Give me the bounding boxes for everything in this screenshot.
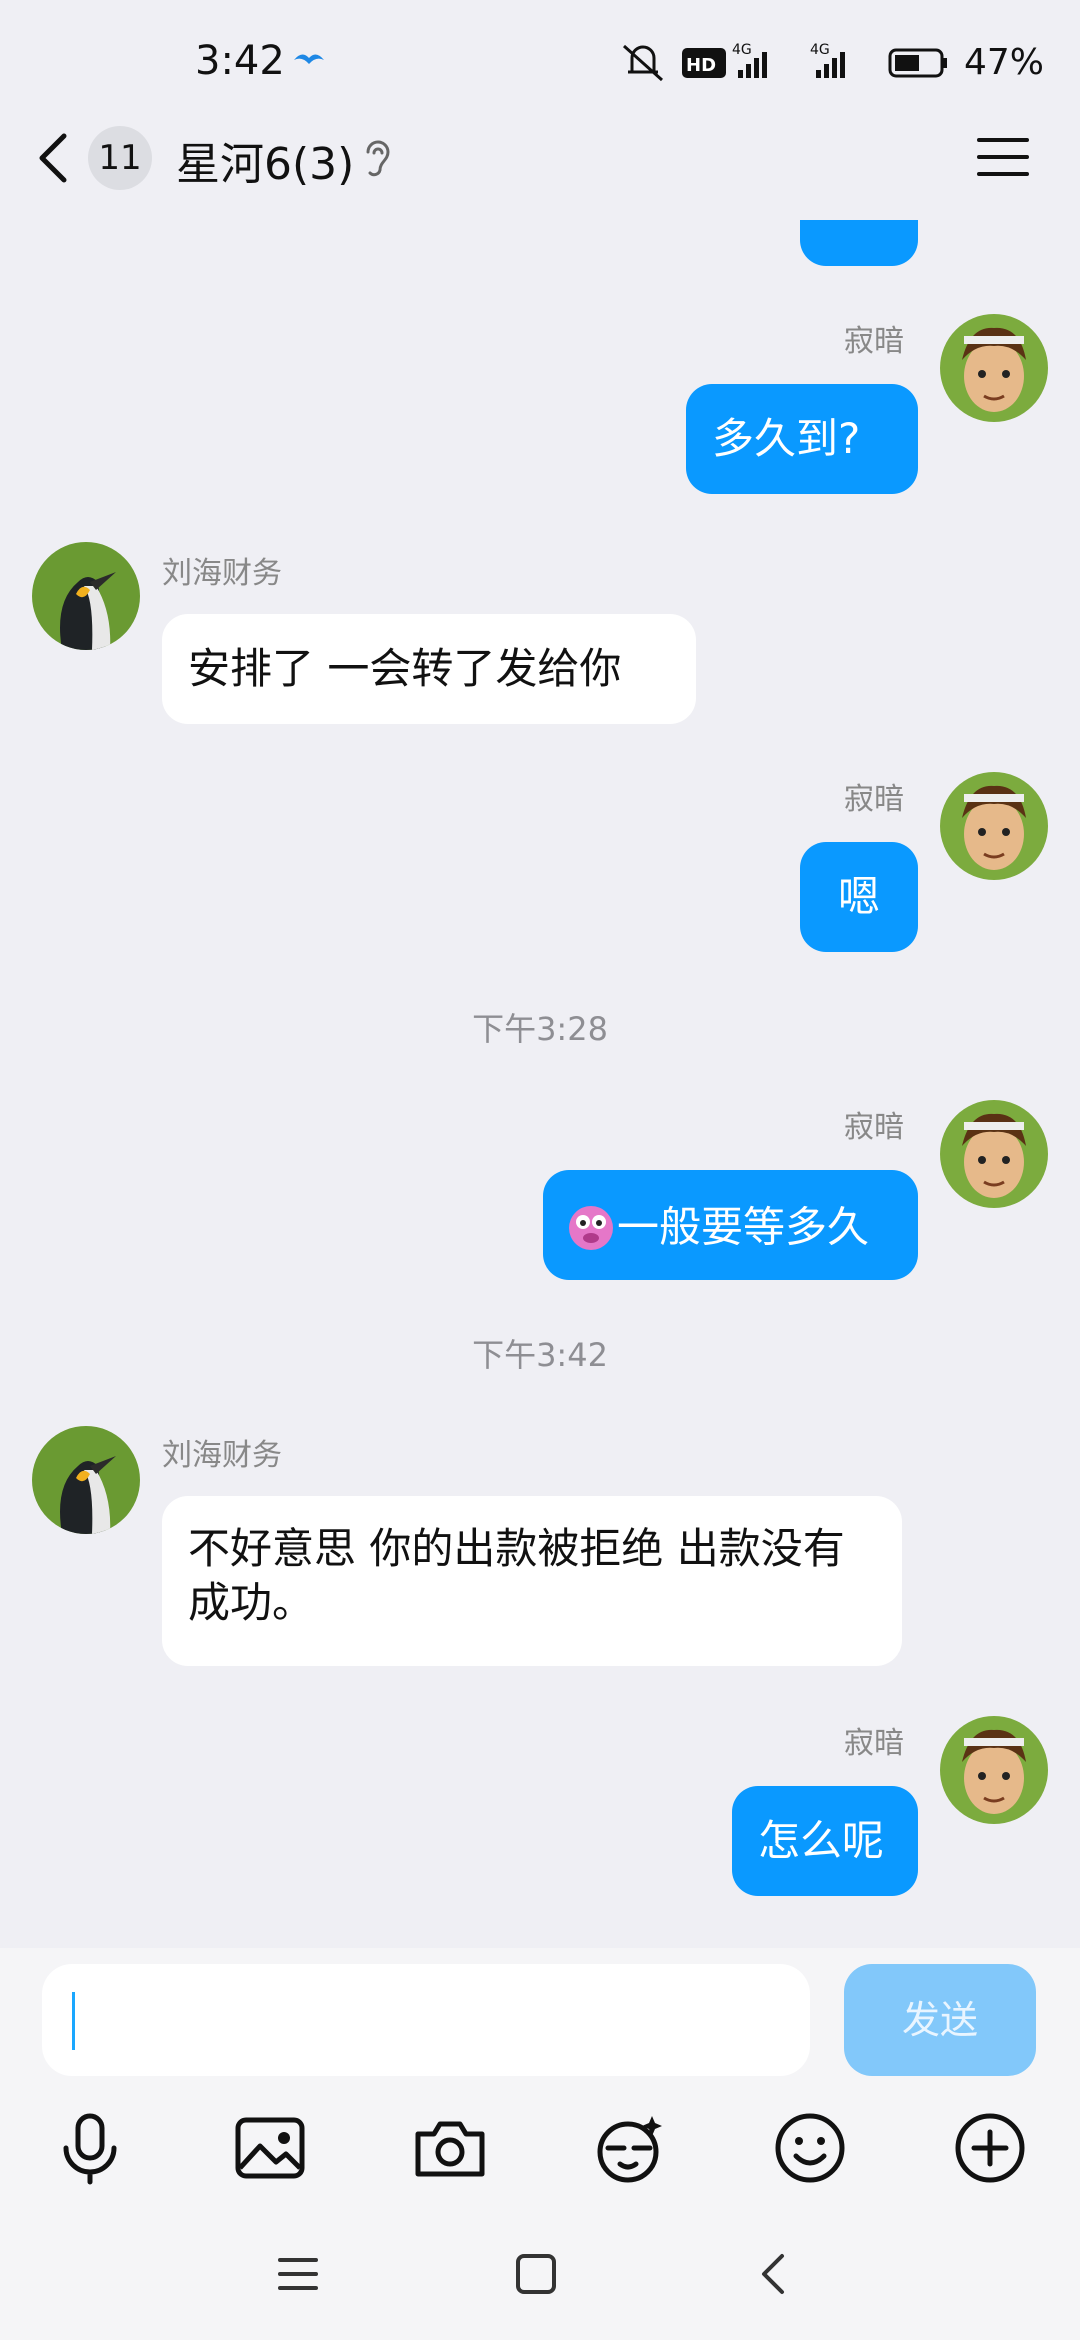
sender-name: 刘海财务 [162, 556, 282, 591]
message-timestamp: 下午3:42 [472, 1336, 608, 1374]
microphone-icon[interactable] [50, 2108, 130, 2188]
camera-icon[interactable] [410, 2108, 490, 2188]
message-bubble-outgoing[interactable]: 怎么呢 [732, 1786, 918, 1896]
plus-icon[interactable] [950, 2108, 1030, 2188]
nav-home-icon[interactable] [506, 2244, 566, 2304]
battery-icon [888, 48, 947, 78]
message-input[interactable] [42, 1964, 810, 2076]
avatar-me[interactable] [940, 1716, 1048, 1824]
message-bubble-outgoing[interactable] [800, 220, 918, 266]
message-bubble-incoming[interactable]: 不好意思 你的出款被拒绝 出款没有成功。 [162, 1496, 902, 1666]
chat-header [0, 125, 1080, 275]
menu-icon[interactable] [975, 132, 1031, 182]
unread-badge[interactable]: 11 [88, 126, 152, 190]
back-icon[interactable] [30, 128, 80, 188]
sender-name: 寂暗 [844, 782, 904, 817]
message-bubble-outgoing[interactable]: 多久到? [686, 384, 918, 494]
send-button[interactable]: 发送 [844, 1964, 1036, 2076]
message-bubble-outgoing[interactable]: 嗯 [800, 842, 918, 952]
svg-text:4G: 4G [810, 42, 830, 58]
text-caret [72, 1992, 75, 2050]
message-bubble-incoming[interactable]: 安排了 一会转了发给你 [162, 614, 696, 724]
message-bubble-outgoing[interactable]: 一般要等多久 [543, 1170, 918, 1280]
status-icons: HD 4G 4G [622, 42, 947, 82]
ai-face-icon[interactable] [590, 2108, 670, 2188]
avatar-me[interactable] [940, 772, 1048, 880]
nav-menu-icon[interactable] [268, 2244, 328, 2304]
sender-name: 寂暗 [844, 324, 904, 359]
sender-name: 寂暗 [844, 1110, 904, 1145]
emoji-icon[interactable] [770, 2108, 850, 2188]
sticker-face-icon [569, 1205, 613, 1250]
sender-name: 寂暗 [844, 1726, 904, 1761]
message-text: 一般要等多久 [617, 1202, 870, 1252]
app-notification-icon [294, 54, 324, 64]
message-timestamp: 下午3:28 [472, 1010, 608, 1048]
sender-name: 刘海财务 [162, 1438, 282, 1473]
avatar-contact[interactable] [32, 542, 140, 650]
avatar-contact[interactable] [32, 1426, 140, 1534]
avatar-me[interactable] [940, 314, 1048, 422]
ear-icon[interactable] [362, 136, 392, 182]
nav-back-icon[interactable] [744, 2244, 804, 2304]
svg-text:4G: 4G [732, 42, 752, 58]
battery-percent: 47% [964, 42, 1045, 83]
image-icon[interactable] [230, 2108, 310, 2188]
mute-icon [622, 44, 664, 82]
status-bar: 3:42 HD 4G 4G 47% [0, 0, 1080, 125]
avatar-me[interactable] [940, 1100, 1048, 1208]
status-time: 3:42 [195, 38, 285, 84]
chat-title[interactable]: 星河6(3) [176, 128, 354, 192]
svg-text:HD: HD [686, 55, 716, 76]
